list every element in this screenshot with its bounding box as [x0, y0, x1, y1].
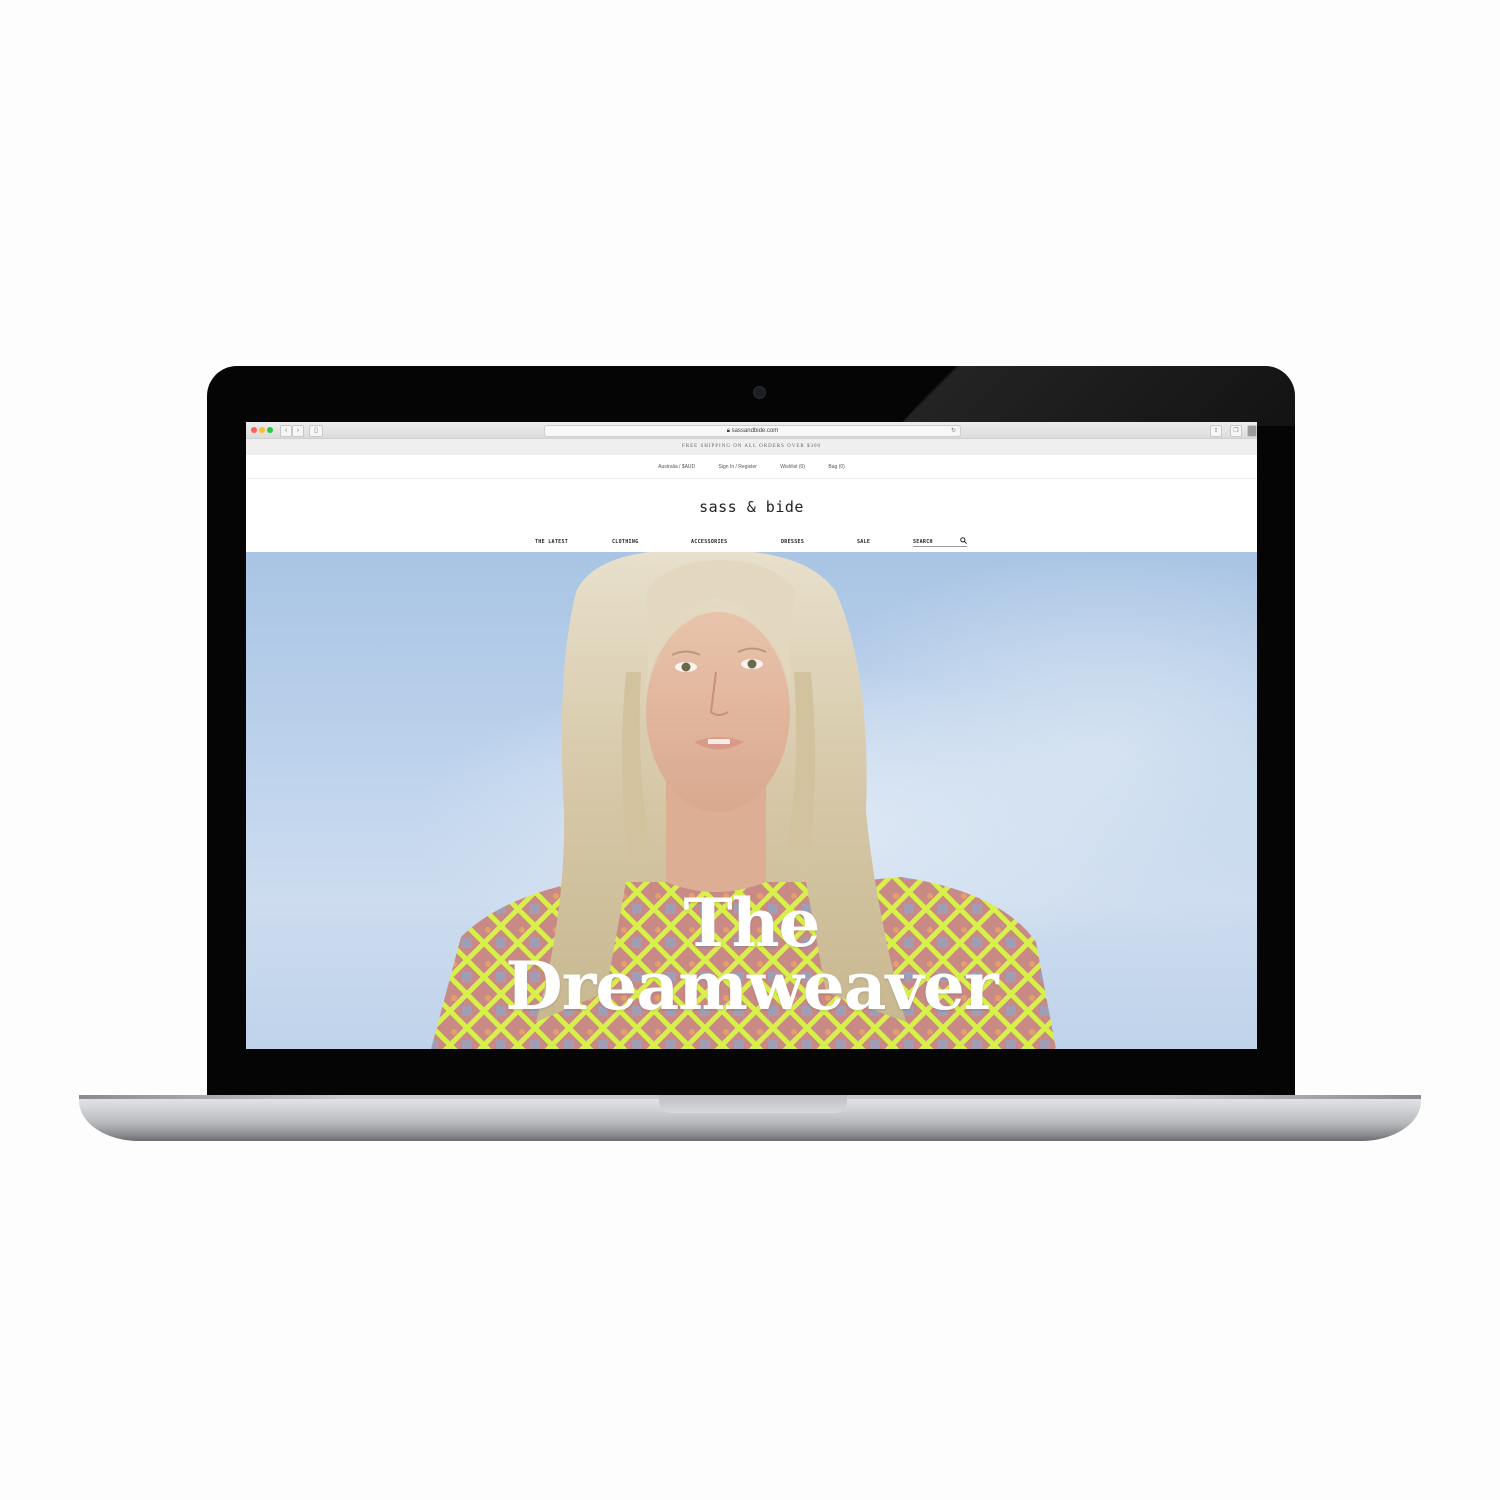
sign-in-link[interactable]: Sign In / Register	[719, 464, 757, 470]
webcam-icon	[753, 386, 766, 399]
hero-banner[interactable]: The Dreamweaver	[246, 552, 1257, 1049]
share-icon[interactable]: ⇧	[1210, 425, 1222, 437]
zoom-window-button[interactable]	[267, 427, 273, 433]
main-navigation: THE LATEST CLOTHING ACCESSORIES DRESSES …	[535, 537, 975, 551]
nav-the-latest[interactable]: THE LATEST	[535, 539, 568, 545]
promo-banner: FREE SHIPPING ON ALL ORDERS OVER $300	[246, 439, 1257, 455]
nav-dresses[interactable]: DRESSES	[781, 539, 804, 545]
chevron-left-icon[interactable]: ‹	[280, 425, 292, 437]
minimize-window-button[interactable]	[259, 427, 265, 433]
hero-headline-line-1: The	[683, 884, 820, 962]
chevron-right-icon[interactable]: ›	[292, 425, 304, 437]
site-logo[interactable]: sass & bide	[246, 498, 1257, 516]
tabs-icon[interactable]: ❐	[1230, 425, 1242, 437]
address-bar[interactable]: 🔒︎ sassandbide.com ↻	[544, 425, 961, 437]
bag-link[interactable]: Bag (0)	[828, 464, 844, 470]
laptop-screen: ‹ › ▯ 🔒︎ sassandbide.com ↻ ⇧ ❐ FREE SHIP…	[246, 422, 1257, 1049]
url-text: sassandbide.com	[731, 428, 779, 434]
browser-toolbar: ‹ › ▯ 🔒︎ sassandbide.com ↻ ⇧ ❐	[246, 422, 1257, 439]
search-icon[interactable]	[960, 537, 967, 544]
product-mockup: ‹ › ▯ 🔒︎ sassandbide.com ↻ ⇧ ❐ FREE SHIP…	[0, 0, 1500, 1500]
reload-icon[interactable]: ↻	[951, 426, 956, 436]
hero-headline: The Dreamweaver	[246, 884, 1257, 1025]
trackpad-notch	[659, 1095, 847, 1113]
search-input[interactable]: SEARCH	[913, 537, 967, 547]
wishlist-link[interactable]: Wishlist (0)	[780, 464, 805, 470]
utility-bar: Australia / $AUD Sign In / Register Wish…	[246, 456, 1257, 479]
nav-clothing[interactable]: CLOTHING	[612, 539, 638, 545]
screen-glare	[899, 366, 1295, 426]
close-window-button[interactable]	[251, 427, 257, 433]
scrollbar[interactable]	[1247, 425, 1257, 437]
lock-icon: 🔒︎	[726, 428, 730, 434]
nav-sale[interactable]: SALE	[857, 539, 870, 545]
nav-accessories[interactable]: ACCESSORIES	[691, 539, 727, 545]
hero-headline-line-2: Dreamweaver	[505, 946, 998, 1025]
sidebar-icon[interactable]: ▯	[309, 425, 323, 437]
laptop-base	[79, 1095, 1421, 1141]
region-selector[interactable]: Australia / $AUD	[658, 464, 695, 470]
search-label: SEARCH	[913, 539, 933, 545]
